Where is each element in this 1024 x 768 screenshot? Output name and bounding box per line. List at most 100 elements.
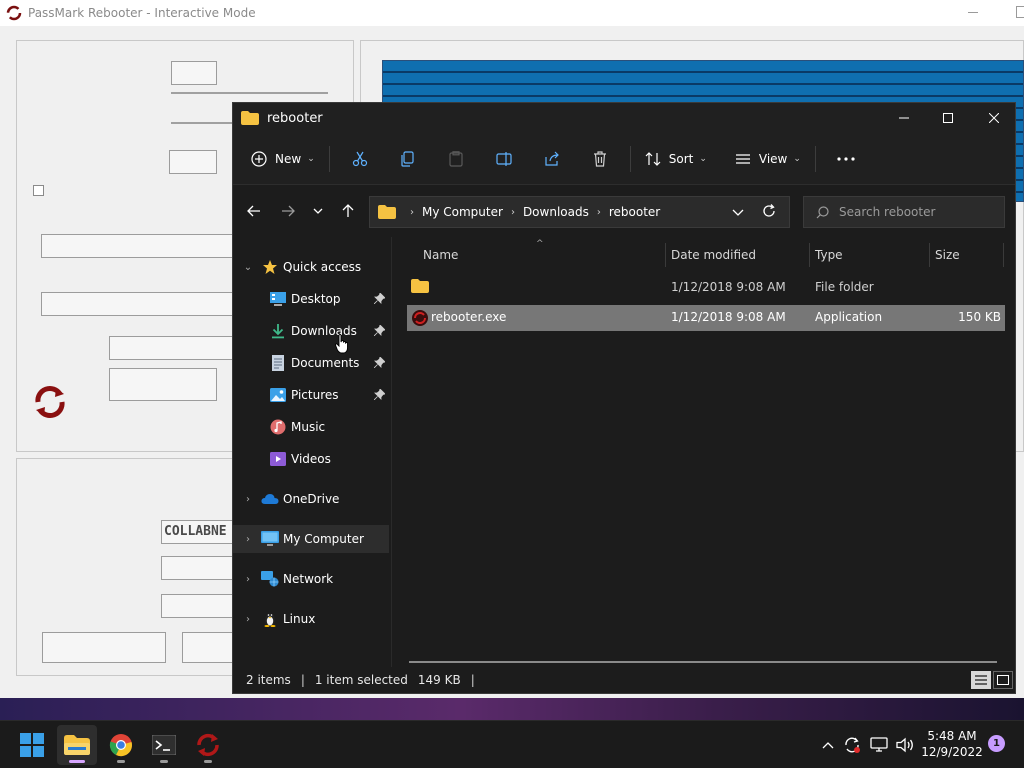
status-selected: 1 item selected <box>314 673 408 687</box>
nav-item-desktop[interactable]: Desktop <box>233 285 389 313</box>
column-label: Date modified <box>671 248 757 262</box>
start-button[interactable] <box>12 725 52 765</box>
notification-badge[interactable]: 1 <box>988 735 1005 752</box>
column-divider[interactable] <box>809 243 810 267</box>
passmark-checkbox[interactable] <box>33 185 44 196</box>
chevron-down-icon: ⌄ <box>307 153 315 164</box>
share-icon <box>545 151 559 166</box>
passmark-field[interactable] <box>171 61 217 85</box>
details-view-button[interactable] <box>971 671 991 689</box>
passmark-field[interactable] <box>109 336 241 360</box>
passmark-divider <box>171 122 241 124</box>
passmark-field[interactable] <box>41 292 241 316</box>
passmark-titlebar[interactable]: PassMark Rebooter - Interactive Mode <box>0 0 1024 26</box>
paste-icon <box>449 150 463 167</box>
computer-icon <box>261 530 279 548</box>
forward-button[interactable] <box>271 196 305 226</box>
nav-item-network[interactable]: › Network <box>233 565 389 593</box>
scissors-icon <box>352 151 367 166</box>
network-status-button[interactable] <box>866 737 892 753</box>
view-button[interactable]: View ⌄ <box>727 142 809 176</box>
search-icon <box>816 205 829 218</box>
nav-item-pictures[interactable]: Pictures <box>233 381 389 409</box>
nav-item-documents[interactable]: Documents <box>233 349 389 377</box>
back-button[interactable] <box>237 196 271 226</box>
pin-icon <box>374 389 385 400</box>
address-bar[interactable]: › My Computer › Downloads › rebooter <box>369 196 790 228</box>
running-indicator <box>160 760 168 763</box>
delete-button[interactable] <box>576 142 624 176</box>
chevron-down-icon: ⌄ <box>699 153 707 164</box>
file-row-selected[interactable]: rebooter.exe 1/12/2018 9:08 AM Applicati… <box>407 305 1005 331</box>
chevron-right-icon: › <box>246 613 250 625</box>
videos-icon <box>269 450 287 468</box>
nav-item-downloads[interactable]: Downloads <box>233 317 389 345</box>
clock[interactable]: 5:48 AM 12/9/2022 <box>916 728 988 760</box>
taskbar: 5:48 AM 12/9/2022 <box>0 720 1024 768</box>
passmark-minimize-button[interactable] <box>968 6 978 13</box>
passmark-button[interactable] <box>109 368 217 401</box>
volume-button[interactable] <box>892 737 918 753</box>
passmark-field[interactable] <box>161 594 241 618</box>
cut-button[interactable] <box>336 142 384 176</box>
copy-button[interactable] <box>384 142 432 176</box>
passmark-logo-icon <box>35 386 65 418</box>
show-hidden-icons-button[interactable] <box>818 741 838 749</box>
star-icon <box>261 258 279 276</box>
more-icon <box>837 156 855 161</box>
passmark-field[interactable]: COLLABNE <box>161 520 241 544</box>
breadcrumb-downloads[interactable]: Downloads <box>523 205 589 219</box>
recent-locations-button[interactable] <box>305 196 331 226</box>
column-header-date[interactable]: Date modified <box>671 241 809 269</box>
chrome-icon <box>109 734 132 757</box>
pane-splitter[interactable] <box>391 237 392 667</box>
sort-button[interactable]: Sort ⌄ <box>637 142 715 176</box>
column-header-name[interactable]: Name <box>423 241 663 269</box>
running-indicator <box>117 760 125 763</box>
taskbar-terminal[interactable] <box>144 725 184 765</box>
column-header-type[interactable]: Type <box>815 241 929 269</box>
horizontal-scrollbar[interactable] <box>409 661 997 663</box>
nav-item-my-computer[interactable]: › My Computer <box>233 525 389 553</box>
explorer-titlebar[interactable]: rebooter <box>233 103 1015 133</box>
minimize-button[interactable] <box>881 103 927 133</box>
taskbar-chrome[interactable] <box>101 725 141 765</box>
new-button[interactable]: New ⌄ <box>243 142 323 176</box>
passmark-field[interactable] <box>41 234 241 258</box>
nav-item-linux[interactable]: › Linux <box>233 605 389 633</box>
sync-status-button[interactable] <box>838 736 866 754</box>
refresh-button[interactable] <box>762 204 776 221</box>
maximize-button[interactable] <box>925 103 971 133</box>
ethernet-icon <box>870 737 888 752</box>
nav-item-onedrive[interactable]: › OneDrive <box>233 485 389 513</box>
close-button[interactable] <box>971 103 1017 133</box>
cloud-icon <box>261 490 279 508</box>
nav-item-music[interactable]: Music <box>233 413 389 441</box>
running-indicator <box>204 760 212 763</box>
passmark-button[interactable] <box>42 632 166 663</box>
passmark-field[interactable] <box>161 556 241 580</box>
passmark-field[interactable] <box>169 150 217 174</box>
up-button[interactable] <box>331 196 365 226</box>
share-button[interactable] <box>528 142 576 176</box>
nav-item-videos[interactable]: Videos <box>233 445 389 473</box>
search-input[interactable]: Search rebooter <box>803 196 1005 228</box>
breadcrumb-rebooter[interactable]: rebooter <box>609 205 660 219</box>
column-divider[interactable] <box>1003 243 1004 267</box>
see-more-button[interactable] <box>822 142 870 176</box>
nav-quick-access[interactable]: ⌄ Quick access <box>233 253 389 281</box>
rename-button[interactable] <box>480 142 528 176</box>
pin-icon <box>374 357 385 368</box>
paste-button[interactable] <box>432 142 480 176</box>
passmark-maximize-button[interactable] <box>1016 6 1024 18</box>
chevron-right-icon: › <box>410 206 414 218</box>
file-row[interactable]: 1/12/2018 9:08 AM File folder <box>407 275 1005 301</box>
column-header-size[interactable]: Size <box>935 241 1001 269</box>
column-divider[interactable] <box>665 243 666 267</box>
tiles-view-button[interactable] <box>993 671 1013 689</box>
column-divider[interactable] <box>929 243 930 267</box>
taskbar-file-explorer[interactable] <box>57 725 97 765</box>
taskbar-rebooter[interactable] <box>188 725 228 765</box>
address-history-button[interactable] <box>732 205 744 222</box>
breadcrumb-my-computer[interactable]: My Computer <box>422 205 503 219</box>
